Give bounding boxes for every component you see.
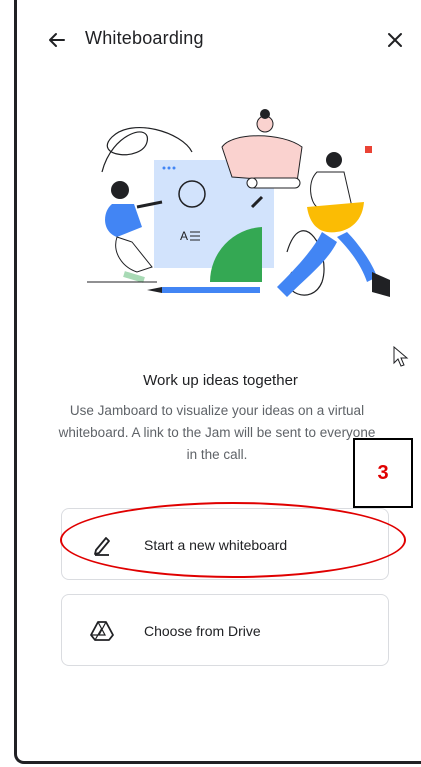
jamboard-illustration: A (87, 109, 390, 297)
step-number: 3 (377, 461, 389, 484)
choose-from-drive-label: Choose from Drive (144, 623, 261, 639)
google-drive-icon (90, 621, 114, 641)
start-new-whiteboard-label: Start a new whiteboard (144, 537, 288, 553)
panel-description: Use Jamboard to visualize your ideas on … (58, 403, 376, 462)
close-icon (388, 33, 402, 47)
panel-title: Whiteboarding (85, 28, 204, 48)
svg-text:A: A (180, 229, 188, 243)
back-button[interactable] (43, 26, 71, 54)
pen-icon (94, 537, 110, 556)
close-button[interactable] (381, 26, 409, 54)
choose-from-drive-button[interactable]: Choose from Drive (61, 594, 389, 666)
mouse-pointer-icon (393, 346, 409, 367)
panel-header: Whiteboarding (17, 18, 421, 62)
arrow-left-icon (49, 33, 65, 47)
step-annotation-box: 3 (353, 438, 413, 508)
panel-headline: Work up ideas together (143, 372, 298, 389)
whiteboarding-panel: Whiteboarding A Work up ideas together U… (14, 0, 421, 764)
start-new-whiteboard-button[interactable]: Start a new whiteboard (61, 508, 389, 580)
